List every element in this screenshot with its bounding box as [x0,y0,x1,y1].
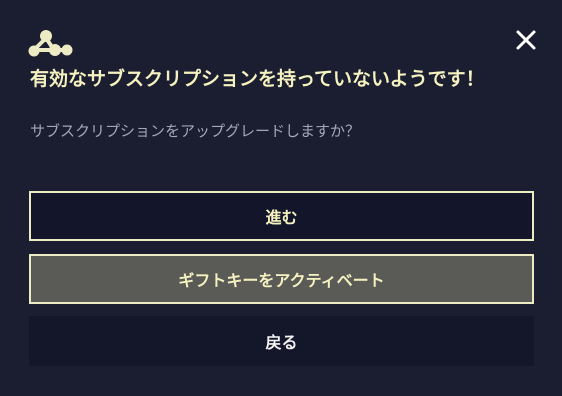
close-button[interactable] [510,24,542,56]
molecule-logo-icon [28,28,74,58]
subscription-dialog: 有効なサブスクリプションを持っていないようです！ サブスクリプションをアップグレ… [0,0,562,396]
close-icon [516,30,536,50]
dialog-message: サブスクリプションをアップグレードしますか？ [30,122,361,140]
proceed-button[interactable]: 進む [29,191,534,241]
activate-gift-key-button[interactable]: ギフトキーをアクティベート [29,254,534,304]
back-button[interactable]: 戻る [29,316,534,366]
dialog-title: 有効なサブスクリプションを持っていないようです！ [30,68,485,90]
